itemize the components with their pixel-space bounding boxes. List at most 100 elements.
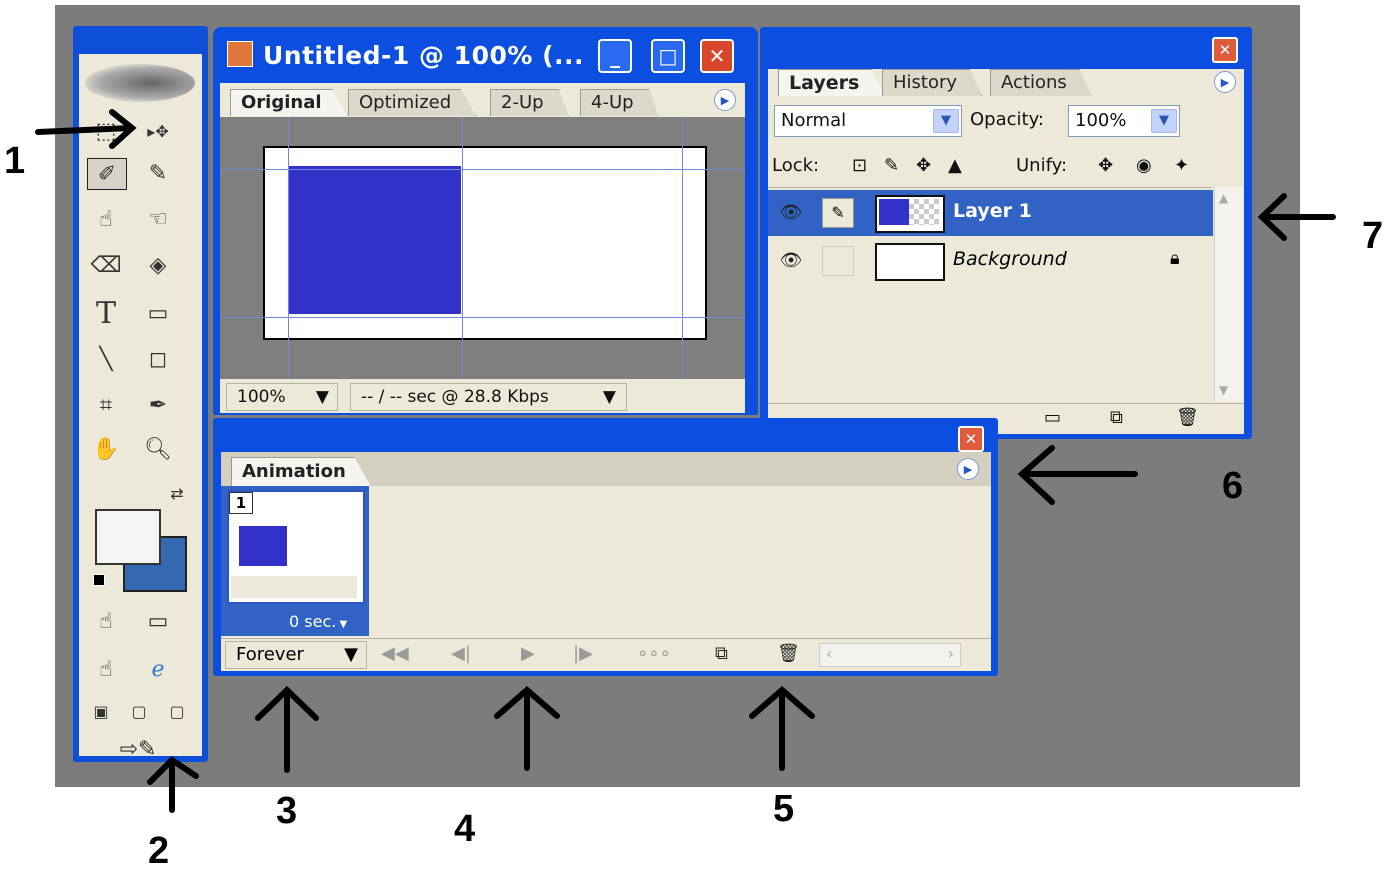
lock-transparent-icon[interactable]: ⊡ [852,155,867,176]
unify-style-icon[interactable]: ✦ [1174,155,1189,176]
eraser-tool-icon[interactable]: ⌫ [87,250,125,280]
imageready-logo[interactable] [85,64,195,102]
zoom-tool-icon[interactable]: 🔍︎ [139,434,177,464]
eyedropper-tool-icon[interactable]: ✒ [139,390,177,420]
brush-icon[interactable]: ✎ [822,198,854,228]
unify-position-icon[interactable]: ✥ [1098,155,1113,176]
foreground-color-swatch[interactable] [95,509,161,565]
slice-tool-icon[interactable]: ✐ [87,158,127,190]
minimize-button[interactable]: _ [598,39,632,73]
slice-select-tool-icon[interactable]: ✎ [139,158,177,188]
blend-mode-select[interactable]: Normal ▼ [774,105,962,137]
marquee-tool-icon[interactable]: ⬚ [87,116,125,146]
visibility-eye-icon[interactable]: 👁︎ [778,248,804,272]
tab-original[interactable]: Original [230,89,347,116]
tab-layers[interactable]: Layers [778,69,885,96]
opacity-field[interactable]: 100% ▼ [1068,105,1180,137]
unify-visibility-icon[interactable]: ◉ [1136,155,1152,176]
full-screen-menu-mode-icon[interactable]: ▢ [121,696,157,726]
toggle-slice-visibility-icon[interactable]: ▭ [139,606,177,636]
frame-footer [231,576,357,598]
image-map-select-tool-icon[interactable]: ☜ [139,204,177,234]
scroll-right-icon[interactable]: › [948,644,954,663]
layer-row-background[interactable]: 👁︎ Background 🔒︎ [768,238,1213,284]
frame-delay-dropdown[interactable]: 0 sec. ▼ [289,612,347,631]
previous-frame-icon[interactable]: ◀| [451,643,471,664]
first-frame-icon[interactable]: ◀◀ [381,643,409,664]
duplicate-frame-icon[interactable]: ⧉ [715,643,728,664]
lock-image-icon[interactable]: ✎ [884,155,899,176]
zoom-dropdown[interactable]: 100% ▼ [226,383,338,411]
lock-all-icon[interactable]: ▲ [948,155,962,176]
preview-in-browser-icon[interactable]: ℯ [139,654,177,684]
standard-screen-mode-icon[interactable]: ▣ [83,696,119,726]
type-tool-icon[interactable]: T [87,296,125,331]
download-time-dropdown[interactable]: -- / -- sec @ 28.8 Kbps ▼ [350,383,627,411]
annotation-3: 3 [276,790,298,832]
rectangle-tool-icon[interactable]: ▭ [139,298,177,328]
layer-1-shape [288,166,461,314]
background-layer-name: Background [953,248,1067,270]
new-layer-icon[interactable]: ⧉ [1110,407,1123,428]
scroll-down-icon[interactable]: ▼ [1219,383,1228,397]
document-menu-arrow-icon[interactable]: ▶ [714,89,736,111]
shape-tool-icon[interactable]: ◻ [139,344,177,374]
layers-close-icon[interactable]: ✕ [1212,37,1238,63]
tab-actions[interactable]: Actions [990,69,1092,96]
toolbox-body: ⬚ ▸✥ ✐ ✎ ☝ ☜ ⌫ ◈ T ▭ ╲ ◻ ⌗ ✒ ✋ 🔍︎ ⇄ ☝ ▭ … [79,54,202,762]
layer-row-layer-1[interactable]: 👁︎ ✎ Layer 1 [768,190,1213,236]
link-slot[interactable] [822,246,854,276]
toggle-image-map-visibility-icon[interactable]: ☝ [87,606,125,636]
lock-position-icon[interactable]: ✥ [916,155,931,176]
animation-close-icon[interactable]: ✕ [958,426,984,452]
loop-value: Forever [236,644,304,665]
tab-4-up[interactable]: 4-Up [580,89,659,116]
tab-history[interactable]: History [882,69,983,96]
opacity-value: 100% [1075,110,1127,131]
tween-icon[interactable]: ∘∘∘ [637,643,671,664]
default-colors-icon[interactable] [93,574,105,586]
move-tool-icon[interactable]: ▸✥ [139,116,177,146]
close-button[interactable]: ✕ [700,39,734,73]
frame-1[interactable]: 1 [227,490,365,604]
layers-list: 👁︎ ✎ Layer 1 👁︎ Background 🔒︎ [768,187,1213,402]
image-map-tool-icon[interactable]: ☝ [87,204,125,234]
trash-icon[interactable]: 🗑︎ [1176,407,1199,428]
visibility-eye-icon[interactable]: 👁︎ [778,200,804,224]
animation-menu-arrow-icon[interactable]: ▶ [957,458,979,480]
blend-mode-value: Normal [781,110,847,131]
loop-select[interactable]: Forever ▼ [225,641,367,669]
scroll-left-icon[interactable]: ‹ [826,644,832,663]
next-frame-icon[interactable]: |▶ [573,643,593,664]
tab-animation[interactable]: Animation [231,457,371,486]
layers-scrollbar[interactable]: ▲ ▼ [1214,187,1243,401]
background-thumbnail [875,243,945,281]
tab-2-up[interactable]: 2-Up [490,89,569,116]
tab-optimized[interactable]: Optimized [348,89,477,116]
hand-tool-icon[interactable]: ✋ [87,434,125,464]
scroll-up-icon[interactable]: ▲ [1219,191,1228,205]
layers-panel: Layers History Actions ▶ Normal ▼ Opacit… [768,69,1244,434]
delete-frame-icon[interactable]: 🗑︎ [777,643,800,664]
document-canvas[interactable] [263,146,707,340]
play-icon[interactable]: ▶ [521,643,535,664]
preview-document-icon[interactable]: ☝ [87,654,125,684]
maximize-button[interactable]: □ [651,39,685,73]
chevron-down-icon: ▼ [602,387,616,407]
new-set-icon[interactable]: ▭ [1044,407,1061,428]
animation-controls: Forever ▼ ◀◀ ◀| ▶ |▶ ∘∘∘ ⧉ 🗑︎ ‹ › [221,638,991,671]
crop-tool-icon[interactable]: ⌗ [87,390,125,420]
frame-scrollbar[interactable]: ‹ › [819,643,961,667]
swap-colors-icon[interactable]: ⇄ [165,478,189,508]
paint-bucket-tool-icon[interactable]: ◈ [139,250,177,280]
jump-to-photoshop-icon[interactable]: ⇨✎ [93,734,183,764]
animation-panel: Animation ▶ 1 0 sec. ▼ Forever ▼ ◀◀ ◀| ▶… [221,452,991,671]
layers-menu-arrow-icon[interactable]: ▶ [1214,71,1236,93]
guide-horizontal [220,317,745,318]
document-tab-bar: Original Optimized 2-Up 4-Up ▶ [220,83,745,117]
document-app-icon [227,41,253,67]
canvas-area[interactable] [220,117,745,379]
full-screen-mode-icon[interactable]: ▢ [159,696,195,726]
line-tool-icon[interactable]: ╲ [87,344,125,374]
guide-vertical [462,117,463,379]
